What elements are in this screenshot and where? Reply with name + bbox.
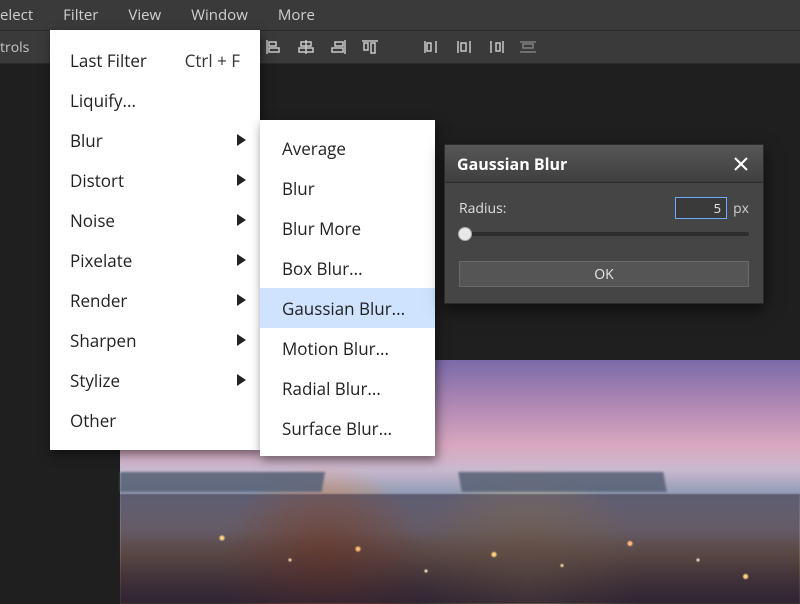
filter-stylize-label: Stylize [70,369,120,392]
chevron-right-icon [237,174,246,186]
blur-radial-blur-label: Radial Blur... [282,377,381,400]
menu-filter[interactable]: Filter [48,0,113,30]
align-left-icon[interactable] [265,39,283,55]
blur-submenu-panel: Average Blur Blur More Box Blur... Gauss… [260,120,435,456]
filter-distort[interactable]: Distort [50,160,260,200]
align-right-icon[interactable] [329,39,347,55]
blur-motion-blur[interactable]: Motion Blur... [260,328,435,368]
distribute-right-icon[interactable] [487,39,505,55]
chevron-right-icon [237,134,246,146]
filter-noise[interactable]: Noise [50,200,260,240]
blur-blur[interactable]: Blur [260,168,435,208]
filter-render-label: Render [70,289,127,312]
chevron-right-icon [237,334,246,346]
blur-motion-blur-label: Motion Blur... [282,337,389,360]
blur-surface-blur[interactable]: Surface Blur... [260,408,435,448]
filter-sharpen[interactable]: Sharpen [50,320,260,360]
radius-unit: px [733,199,749,218]
filter-last-filter-label: Last Filter [70,49,147,72]
menu-select-label: elect [0,5,33,25]
slider-thumb[interactable] [458,227,472,241]
filter-noise-label: Noise [70,209,115,232]
filter-last-filter-shortcut: Ctrl + F [185,49,240,72]
radius-slider[interactable] [459,225,749,243]
filter-stylize[interactable]: Stylize [50,360,260,400]
radius-field-row: Radius: 5 px [459,197,749,219]
menubar: elect Filter View Window More [0,0,800,30]
blur-average[interactable]: Average [260,128,435,168]
blur-average-label: Average [282,137,346,160]
menu-window-label: Window [191,5,248,25]
blur-blur-more[interactable]: Blur More [260,208,435,248]
distribute-left-icon[interactable] [423,39,441,55]
filter-distort-label: Distort [70,169,124,192]
filter-liquify-label: Liquify... [70,89,136,112]
blur-gaussian-blur-label: Gaussian Blur... [282,297,405,320]
ok-button-label: OK [594,265,613,284]
menu-view[interactable]: View [113,0,176,30]
menu-select[interactable]: elect [0,0,48,30]
radius-value: 5 [714,199,721,217]
toolbar-left-label: trols [0,38,39,57]
filter-menu-panel: Last Filter Ctrl + F Liquify... Blur Dis… [50,30,260,450]
menu-more[interactable]: More [263,0,330,30]
radius-input[interactable]: 5 [675,197,727,219]
distribute-center-h-icon[interactable] [455,39,473,55]
menu-view-label: View [128,5,161,25]
menu-filter-label: Filter [63,5,98,25]
blur-radial-blur[interactable]: Radial Blur... [260,368,435,408]
blur-surface-blur-label: Surface Blur... [282,417,392,440]
filter-liquify[interactable]: Liquify... [50,80,260,120]
filter-other[interactable]: Other [50,400,260,440]
align-center-h-icon[interactable] [297,39,315,55]
slider-track [459,232,749,236]
blur-blur-more-label: Blur More [282,217,361,240]
blur-box-blur-label: Box Blur... [282,257,363,280]
radius-label: Radius: [459,199,506,218]
menu-window[interactable]: Window [176,0,263,30]
chevron-right-icon [237,294,246,306]
filter-pixelate-label: Pixelate [70,249,132,272]
chevron-right-icon [237,254,246,266]
ok-button[interactable]: OK [459,261,749,287]
align-top-icon[interactable] [361,39,379,55]
filter-pixelate[interactable]: Pixelate [50,240,260,280]
blur-gaussian-blur[interactable]: Gaussian Blur... [260,288,435,328]
filter-blur-label: Blur [70,129,103,152]
gaussian-blur-dialog: Gaussian Blur Radius: 5 px OK [444,144,764,304]
filter-other-label: Other [70,409,116,432]
chevron-right-icon [237,374,246,386]
blur-blur-label: Blur [282,177,315,200]
dialog-title: Gaussian Blur [457,153,567,175]
filter-blur[interactable]: Blur [50,120,260,160]
dialog-titlebar[interactable]: Gaussian Blur [445,145,763,183]
menu-more-label: More [278,5,315,25]
filter-sharpen-label: Sharpen [70,329,137,352]
distribute-top-icon[interactable] [519,39,537,55]
close-icon[interactable] [731,154,751,174]
filter-render[interactable]: Render [50,280,260,320]
chevron-right-icon [237,214,246,226]
blur-box-blur[interactable]: Box Blur... [260,248,435,288]
filter-last-filter[interactable]: Last Filter Ctrl + F [50,40,260,80]
